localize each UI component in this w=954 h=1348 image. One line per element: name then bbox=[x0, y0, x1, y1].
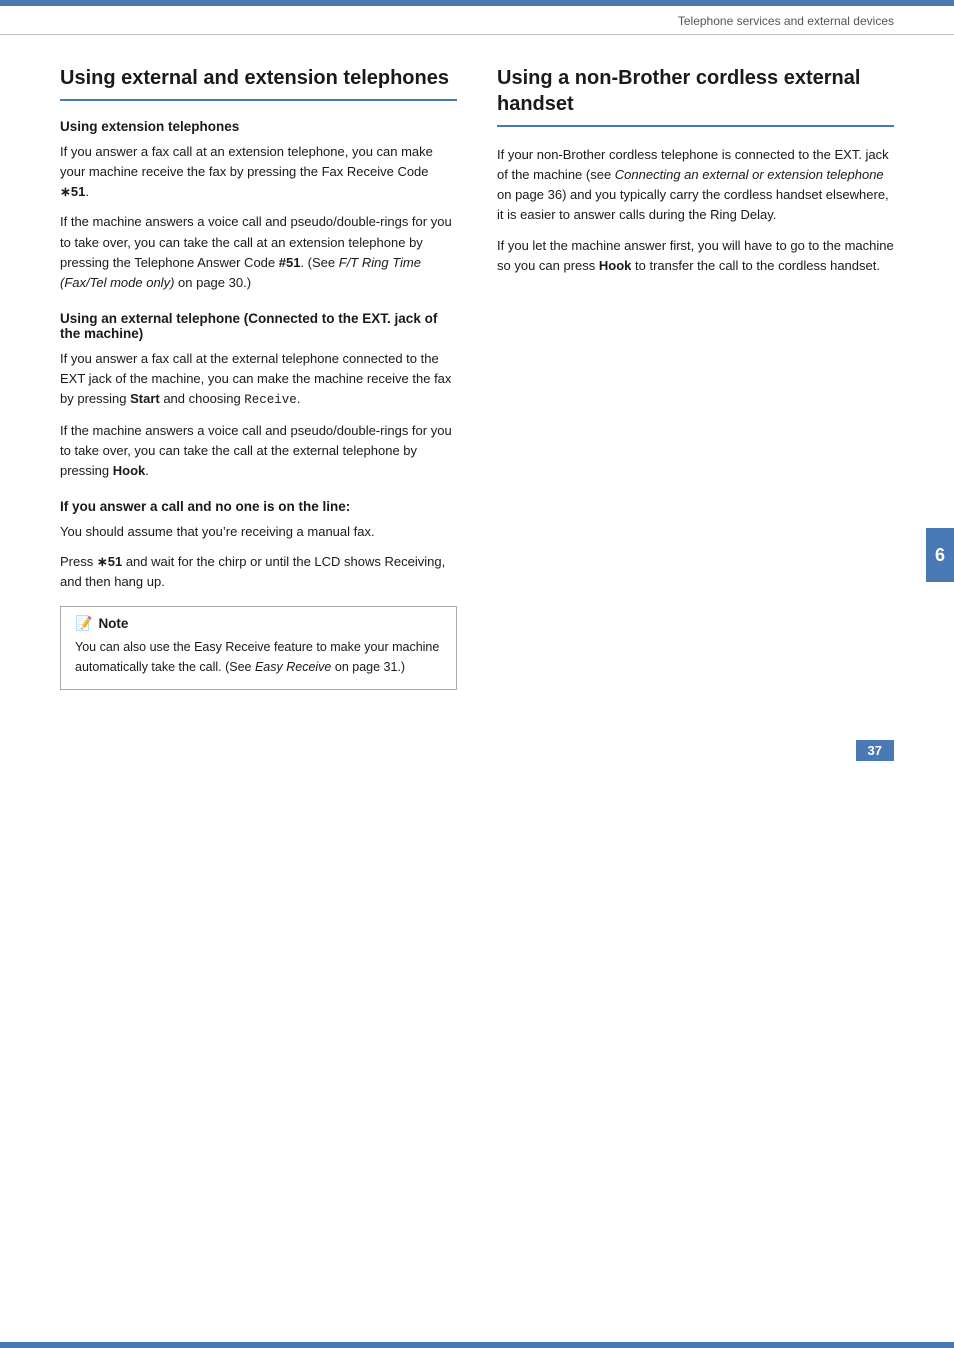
ext-phone-para-1: If you answer a fax call at the external… bbox=[60, 349, 457, 411]
subsection-extension-title: Using extension telephones bbox=[60, 119, 457, 134]
chapter-badge: 6 bbox=[926, 528, 954, 582]
no-one-para-2: Press ∗51 and wait for the chirp or unti… bbox=[60, 552, 457, 592]
note-box: 📝 Note You can also use the Easy Receive… bbox=[60, 606, 457, 690]
subsection-no-one-title: If you answer a call and no one is on th… bbox=[60, 499, 457, 514]
right-section-title: Using a non-Brother cordless external ha… bbox=[497, 65, 894, 117]
subsection-external-title: Using an external telephone (Connected t… bbox=[60, 311, 457, 341]
header-strip: Telephone services and external devices bbox=[0, 6, 954, 35]
left-column: Using external and extension telephones … bbox=[60, 65, 457, 690]
note-box-header: 📝 Note bbox=[61, 606, 456, 632]
page-number: 37 bbox=[856, 740, 894, 761]
left-section-divider bbox=[60, 99, 457, 101]
no-one-para-1: You should assume that you’re receiving … bbox=[60, 522, 457, 542]
cordless-para-1: If your non-Brother cordless telephone i… bbox=[497, 145, 894, 226]
cordless-para-2: If you let the machine answer first, you… bbox=[497, 236, 894, 276]
right-column: Using a non-Brother cordless external ha… bbox=[497, 65, 894, 690]
left-section-title: Using external and extension telephones bbox=[60, 65, 457, 91]
subsection-external-telephone: Using an external telephone (Connected t… bbox=[60, 311, 457, 481]
page-number-row: 37 bbox=[0, 730, 954, 771]
ext-tel-para-2: If the machine answers a voice call and … bbox=[60, 212, 457, 293]
subsection-no-one: If you answer a call and no one is on th… bbox=[60, 499, 457, 592]
bottom-bar bbox=[0, 1342, 954, 1348]
ext-phone-para-2: If the machine answers a voice call and … bbox=[60, 421, 457, 481]
note-content: You can also use the Easy Receive featur… bbox=[75, 638, 442, 677]
breadcrumb: Telephone services and external devices bbox=[678, 14, 894, 28]
page-content: Using external and extension telephones … bbox=[0, 35, 954, 730]
note-label: Note bbox=[98, 616, 128, 631]
subsection-extension-telephones: Using extension telephones If you answer… bbox=[60, 119, 457, 293]
right-section-divider bbox=[497, 125, 894, 127]
ext-tel-para-1: If you answer a fax call at an extension… bbox=[60, 142, 457, 202]
note-icon: 📝 bbox=[75, 615, 92, 632]
